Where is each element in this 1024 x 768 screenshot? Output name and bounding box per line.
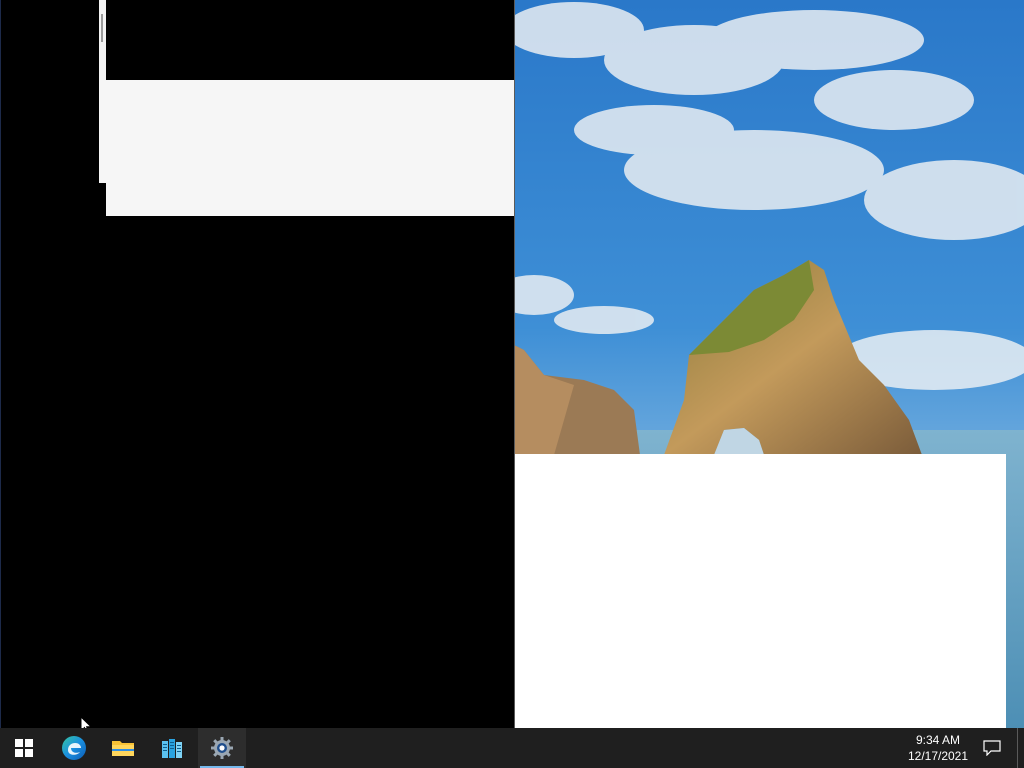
- file-explorer-button[interactable]: [99, 728, 147, 768]
- clock-time: 9:34 AM: [915, 733, 961, 747]
- folder-icon: [112, 741, 134, 756]
- blank-window[interactable]: [515, 454, 1006, 728]
- scrollbar-thumb[interactable]: [101, 14, 103, 42]
- server-manager-icon: [162, 739, 182, 758]
- console-window[interactable]: [0, 0, 515, 728]
- server-manager-button[interactable]: [148, 728, 196, 768]
- taskbar: 9:34 AM 12/17/2021: [0, 728, 1024, 768]
- system-clock[interactable]: 9:34 AM 12/17/2021: [900, 728, 976, 768]
- action-center-button[interactable]: [978, 728, 1006, 768]
- blank-panel: [106, 80, 515, 216]
- panel-edge: [99, 80, 106, 183]
- settings-button[interactable]: [198, 728, 246, 768]
- clock-date: 12/17/2021: [907, 749, 969, 763]
- windows-logo-icon: [15, 739, 33, 757]
- action-center-icon: [983, 740, 1001, 756]
- start-button[interactable]: [0, 728, 48, 768]
- edge-button[interactable]: [50, 728, 98, 768]
- show-desktop-button[interactable]: [1017, 728, 1018, 768]
- gear-icon: [211, 737, 233, 759]
- edge-icon: [62, 736, 86, 760]
